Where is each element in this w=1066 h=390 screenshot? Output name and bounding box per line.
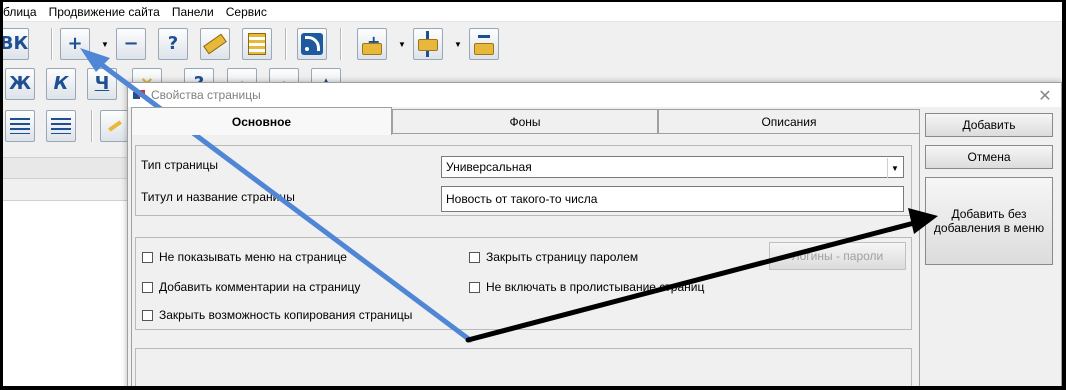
remove-block-button[interactable]	[469, 28, 499, 60]
pencil-icon	[108, 120, 122, 132]
page-extra-group	[135, 348, 912, 386]
add-button[interactable]: Добавить	[925, 113, 1053, 137]
move-block-icon	[416, 31, 440, 57]
checkbox-label: Закрыть страницу паролем	[486, 250, 639, 264]
dialog-title-bar: Свойства страницы ✕	[128, 83, 1061, 107]
indent-icon	[10, 118, 30, 134]
move-block-dropdown-icon[interactable]: ▼	[453, 39, 463, 49]
dialog-title: Свойства страницы	[151, 88, 261, 102]
button-label: Добавить	[962, 118, 1016, 132]
bold-label: Ж	[8, 73, 32, 94]
page-options-group: Не показывать меню на странице Добавить …	[135, 237, 912, 330]
cancel-button[interactable]: Отмена	[925, 145, 1053, 169]
add-block-icon: +	[360, 31, 384, 57]
edit-button[interactable]	[200, 28, 230, 60]
underline-label: Ч	[94, 73, 110, 94]
page-title-input[interactable]: Новость от такого-то числа	[441, 186, 904, 212]
hide-menu-checkbox[interactable]: Не показывать меню на странице	[142, 250, 347, 264]
add-page-button[interactable]: +	[60, 28, 90, 60]
add-block-dropdown-icon[interactable]: ▼	[397, 39, 407, 49]
remove-page-button[interactable]: −	[116, 28, 146, 60]
page-title-label: Титул и название страницы	[141, 190, 295, 204]
button-label: Добавить без добавления в меню	[933, 207, 1045, 235]
menu-item-promotion[interactable]: Продвижение сайта	[43, 2, 166, 22]
logins-passwords-button[interactable]: Логины - пароли	[769, 242, 906, 270]
app-icon	[133, 89, 146, 101]
add-block-button[interactable]: +	[357, 28, 387, 60]
tab-backgrounds[interactable]: Фоны	[392, 109, 658, 133]
tab-panel-basic: Тип страницы Универсальная ▼ Титул и наз…	[131, 133, 920, 386]
outdent-icon	[51, 118, 71, 134]
add-page-dropdown-icon[interactable]: ▼	[100, 39, 110, 49]
page-type-value: Универсальная	[446, 160, 532, 174]
button-label: Отмена	[967, 150, 1011, 164]
toolbar-separator	[340, 28, 342, 60]
button-label: Логины - пароли	[791, 249, 884, 263]
page-title-value: Новость от такого-то числа	[446, 192, 598, 206]
insert-button[interactable]	[100, 110, 130, 142]
checkbox-label: Закрыть возможность копирования страницы	[159, 308, 413, 322]
italic-label: К	[53, 73, 69, 94]
vk-label: ВК	[3, 33, 29, 54]
minus-icon: −	[123, 33, 139, 54]
disable-copy-checkbox[interactable]: Закрыть возможность копирования страницы	[142, 308, 412, 322]
list-button[interactable]	[242, 28, 272, 60]
tab-label: Фоны	[509, 114, 541, 129]
underline-button[interactable]: Ч	[87, 68, 117, 100]
chevron-down-icon[interactable]: ▼	[887, 158, 902, 178]
rss-button[interactable]	[297, 28, 327, 60]
editor-ruler	[3, 157, 129, 179]
move-block-button[interactable]	[413, 28, 443, 60]
checkbox-box	[469, 251, 480, 263]
tab-label: Описания	[761, 114, 817, 129]
plus-icon: +	[67, 33, 83, 54]
menu-item-panels[interactable]: Панели	[166, 2, 220, 22]
toolbar-separator	[51, 28, 53, 60]
page-properties-dialog: Свойства страницы ✕ Основное Фоны Описан…	[127, 82, 1062, 386]
tab-label: Основное	[231, 114, 292, 129]
menu-bar: блица Продвижение сайта Панели Сервис	[3, 2, 1062, 22]
menu-item-table[interactable]: блица	[3, 2, 43, 22]
page-type-label: Тип страницы	[141, 158, 219, 172]
bold-button[interactable]: Ж	[5, 68, 35, 100]
add-without-menu-button[interactable]: Добавить без добавления в меню	[925, 177, 1053, 265]
indent-button[interactable]	[5, 110, 35, 142]
checkbox-box	[469, 281, 480, 293]
editor-area[interactable]	[3, 200, 129, 386]
toolbar-separator	[285, 28, 287, 60]
checkbox-label: Не включать в пролистывание страниц	[486, 280, 705, 294]
list-icon	[248, 33, 266, 55]
toolbar-separator	[91, 110, 93, 142]
italic-button[interactable]: К	[46, 68, 76, 100]
menu-item-service[interactable]: Сервис	[220, 2, 273, 22]
exclude-paging-checkbox[interactable]: Не включать в пролистывание страниц	[469, 280, 704, 294]
remove-block-icon	[472, 31, 496, 57]
tab-basic[interactable]: Основное	[131, 107, 392, 135]
checkbox-label: Добавить комментарии на страницу	[159, 280, 361, 294]
page-info-group: Тип страницы Универсальная ▼ Титул и наз…	[135, 145, 912, 216]
question-icon: ?	[167, 33, 179, 54]
tab-descriptions[interactable]: Описания	[658, 109, 920, 133]
checkbox-box	[142, 281, 153, 293]
rss-icon	[301, 33, 323, 55]
checkbox-box	[142, 309, 153, 321]
help-button[interactable]: ?	[158, 28, 188, 60]
vk-button[interactable]: ВК	[3, 28, 29, 60]
outdent-button[interactable]	[46, 110, 76, 142]
pencil-icon	[203, 33, 227, 55]
page-type-select[interactable]: Универсальная ▼	[441, 156, 904, 178]
checkbox-box	[142, 251, 153, 263]
close-icon[interactable]: ✕	[1035, 85, 1055, 105]
password-protect-checkbox[interactable]: Закрыть страницу паролем	[469, 250, 638, 264]
add-comments-checkbox[interactable]: Добавить комментарии на страницу	[142, 280, 360, 294]
checkbox-label: Не показывать меню на странице	[159, 250, 347, 264]
app-window: блица Продвижение сайта Панели Сервис ВК…	[3, 2, 1062, 386]
